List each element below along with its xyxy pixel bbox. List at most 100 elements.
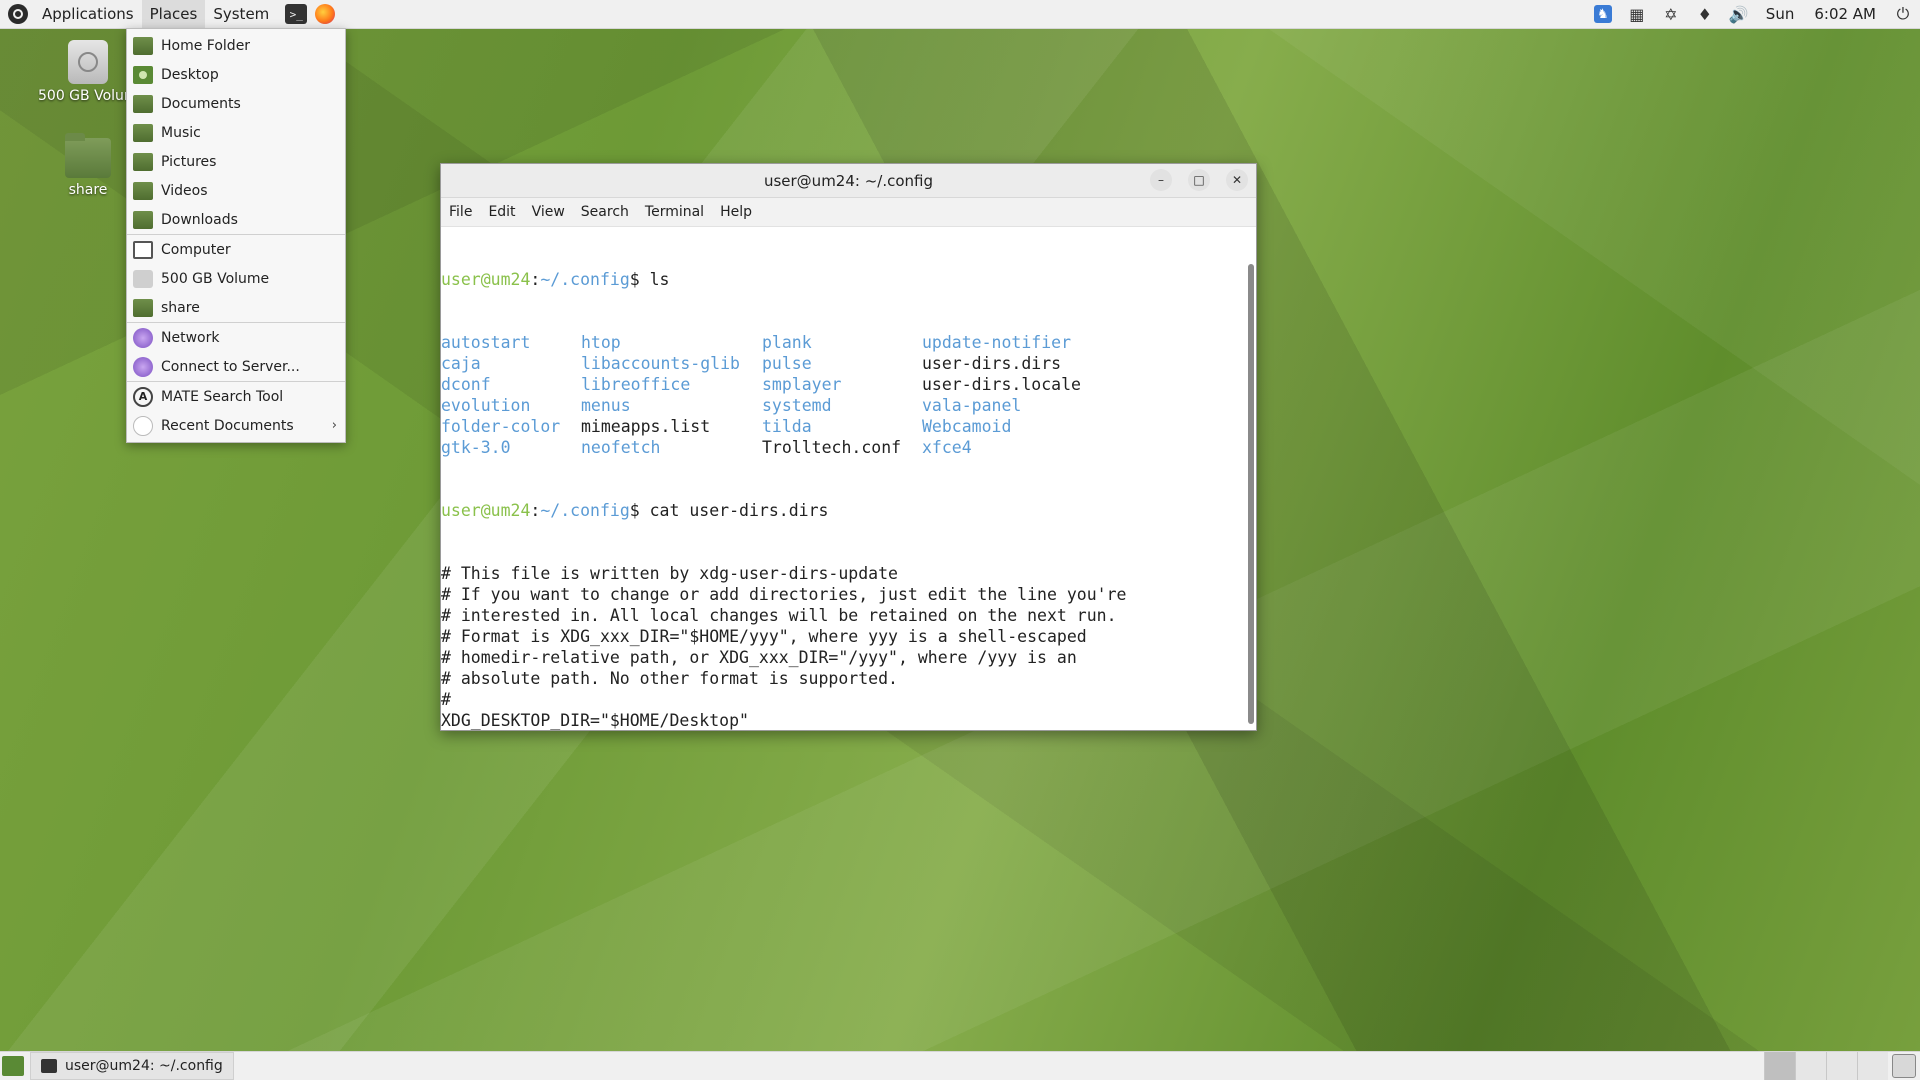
- places-item-label: Downloads: [161, 211, 238, 228]
- computer-icon: [133, 240, 153, 259]
- menu-edit[interactable]: Edit: [480, 204, 523, 220]
- trash-icon[interactable]: [1892, 1054, 1916, 1078]
- taskbar-window-label: user@um24: ~/.config: [65, 1058, 223, 1074]
- volume-icon[interactable]: 🔊: [1722, 0, 1756, 28]
- ls-entry-directory: htop: [581, 333, 621, 352]
- terminal-output[interactable]: user@um24:~/.config$ ls autostart htop pla…: [441, 226, 1244, 730]
- places-item-label: Network: [161, 329, 220, 346]
- workspace-3[interactable]: [1826, 1052, 1857, 1080]
- system-menu[interactable]: System: [205, 0, 277, 28]
- ubuntu-mate-logo-icon[interactable]: [8, 4, 28, 24]
- places-item-desktop[interactable]: Desktop: [127, 60, 345, 89]
- places-item-label: Pictures: [161, 153, 217, 170]
- ls-entry-directory: libreoffice: [581, 375, 691, 394]
- ls-entry-directory: neofetch: [581, 438, 661, 457]
- menu-help[interactable]: Help: [712, 204, 760, 220]
- ls-entry-directory: gtk-3.0: [441, 438, 511, 457]
- file-line: #: [441, 690, 451, 709]
- places-item-documents[interactable]: Documents: [127, 89, 345, 118]
- places-item-label: share: [161, 299, 200, 316]
- prompt-line: user@um24:~/.config$ cat user-dirs.dirs: [441, 501, 829, 520]
- terminal-launcher-icon[interactable]: >_: [285, 4, 308, 24]
- drive-icon: [68, 40, 108, 84]
- recent-icon: [133, 415, 153, 436]
- drive-icon: [133, 269, 153, 288]
- places-item-label: Connect to Server...: [161, 358, 300, 375]
- clock-time[interactable]: 6:02 AM: [1804, 5, 1886, 23]
- ls-row: folder-color mimeapps.list tilda Webcamoid: [441, 416, 1244, 437]
- chevron-right-icon: ›: [331, 418, 337, 433]
- places-item-videos[interactable]: Videos: [127, 176, 345, 205]
- terminal-icon: [41, 1059, 57, 1073]
- places-item-500-gb-volume[interactable]: 500 GB Volume: [127, 264, 345, 293]
- ls-entry-directory: evolution: [441, 396, 531, 415]
- places-item-music[interactable]: Music: [127, 118, 345, 147]
- folder-icon: [133, 94, 153, 113]
- places-item-recent-documents[interactable]: Recent Documents ›: [127, 411, 345, 440]
- ls-entry-directory: autostart: [441, 333, 531, 352]
- clock-day[interactable]: Sun: [1756, 5, 1805, 23]
- places-item-connect-to-server[interactable]: Connect to Server...: [127, 352, 345, 381]
- places-item-label: Recent Documents: [161, 417, 294, 434]
- ls-entry-directory: menus: [581, 396, 631, 415]
- terminal-scrollbar[interactable]: [1248, 264, 1254, 724]
- command-text: cat user-dirs.dirs: [649, 501, 829, 520]
- menu-file[interactable]: File: [441, 204, 480, 220]
- places-item-home-folder[interactable]: Home Folder: [127, 31, 345, 60]
- folder-icon: [133, 210, 153, 229]
- desktop-icon-label: 500 GB Volume: [38, 88, 138, 104]
- places-item-computer[interactable]: Computer: [127, 235, 345, 264]
- prompt-line: user@um24:~/.config$ ls: [441, 270, 670, 289]
- ls-output: autostart htop plank update-notifier caja lib…: [441, 332, 1244, 458]
- workspace-2[interactable]: [1795, 1052, 1826, 1080]
- ls-row: autostart htop plank update-notifier: [441, 332, 1244, 353]
- ls-entry-file: user-dirs.locale: [922, 375, 1081, 394]
- window-title: user@um24: ~/.config: [763, 171, 934, 190]
- command-text: ls: [649, 270, 670, 289]
- ls-entry-directory: dconf: [441, 375, 491, 394]
- file-output: # This file is written by xdg-user-dirs-…: [441, 563, 1244, 730]
- places-item-label: 500 GB Volume: [161, 270, 270, 287]
- terminal-menubar: File Edit View Search Terminal Help: [441, 198, 1256, 227]
- network-icon: [133, 327, 153, 348]
- prompt-user: user@um24: [441, 270, 531, 289]
- terminal-window: user@um24: ~/.config – □ ✕ File Edit Vie…: [440, 163, 1257, 731]
- menu-terminal[interactable]: Terminal: [637, 204, 712, 220]
- places-item-network[interactable]: Network: [127, 323, 345, 352]
- window-controls: – □ ✕: [1134, 169, 1248, 191]
- places-item-label: Videos: [161, 182, 208, 199]
- ls-entry-directory: libaccounts-glib: [581, 354, 740, 373]
- bluetooth-icon[interactable]: ✡: [1654, 0, 1688, 28]
- ls-entry-directory: systemd: [762, 396, 832, 415]
- places-item-pictures[interactable]: Pictures: [127, 147, 345, 176]
- accessibility-icon[interactable]: ♞: [1586, 0, 1620, 28]
- workspace-1[interactable]: [1764, 1052, 1795, 1080]
- file-line: XDG_DESKTOP_DIR="$HOME/Desktop": [441, 711, 749, 730]
- minimize-button[interactable]: –: [1150, 169, 1172, 191]
- maximize-button[interactable]: □: [1188, 169, 1210, 191]
- file-line: # Format is XDG_xxx_DIR="$HOME/yyy", whe…: [441, 627, 1087, 646]
- close-button[interactable]: ✕: [1226, 169, 1248, 191]
- show-desktop-icon[interactable]: [2, 1056, 24, 1076]
- search-icon: A: [133, 386, 153, 407]
- places-item-downloads[interactable]: Downloads: [127, 205, 345, 234]
- notifications-icon[interactable]: ♦: [1688, 0, 1722, 28]
- window-titlebar[interactable]: user@um24: ~/.config – □ ✕: [441, 164, 1256, 198]
- menu-view[interactable]: View: [524, 204, 573, 220]
- menu-search[interactable]: Search: [573, 204, 637, 220]
- places-item-share[interactable]: share: [127, 293, 345, 322]
- power-icon[interactable]: ⏻: [1886, 0, 1920, 28]
- ls-row: gtk-3.0 neofetch Trolltech.conf xfce4: [441, 437, 1244, 458]
- applications-menu[interactable]: Applications: [34, 0, 142, 28]
- ls-entry-directory: pulse: [762, 354, 812, 373]
- places-item-mate-search-tool[interactable]: A MATE Search Tool: [127, 382, 345, 411]
- folder-icon: [133, 152, 153, 171]
- network-activity-icon[interactable]: ▦: [1620, 0, 1654, 28]
- places-item-label: Home Folder: [161, 37, 251, 54]
- workspace-4[interactable]: [1857, 1052, 1888, 1080]
- ls-entry-directory: tilda: [762, 417, 812, 436]
- places-menu[interactable]: Places: [141, 0, 206, 28]
- taskbar-window-button[interactable]: user@um24: ~/.config: [30, 1052, 234, 1080]
- firefox-launcher-icon[interactable]: [315, 4, 336, 24]
- ls-entry-directory: xfce4: [922, 438, 972, 457]
